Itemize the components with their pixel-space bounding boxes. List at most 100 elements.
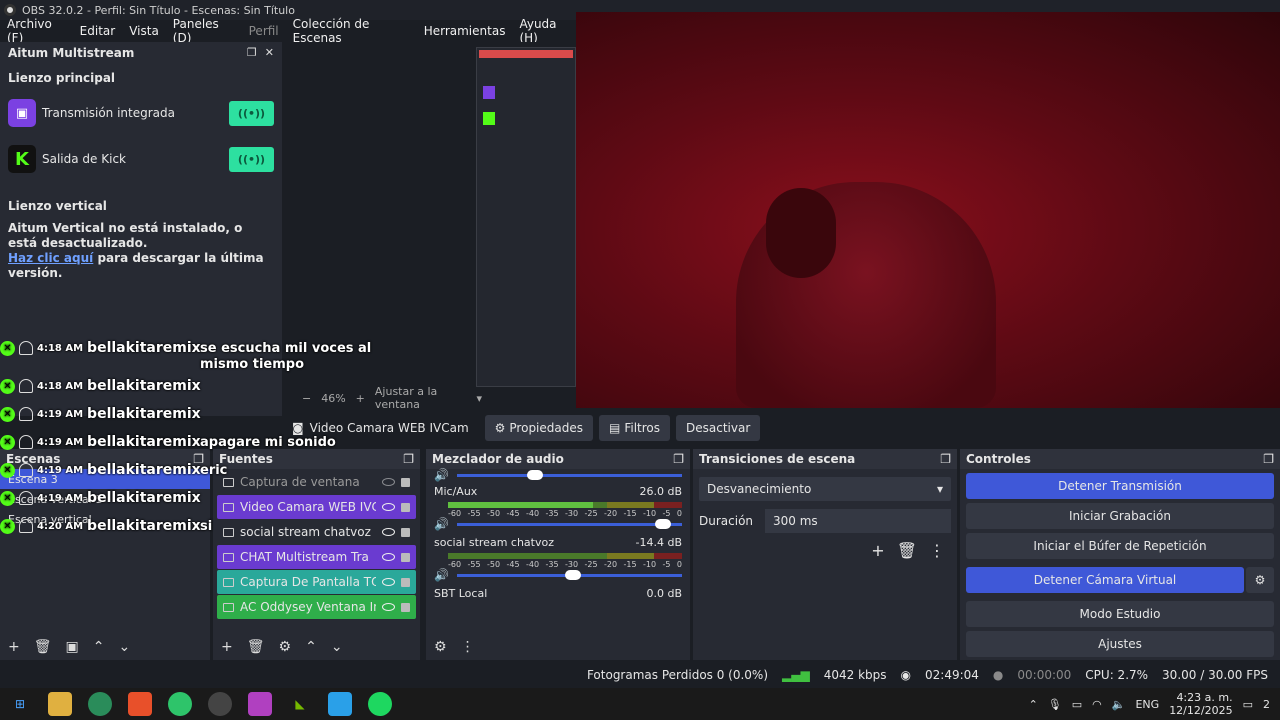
zoom-in-button[interactable]: + [356,392,365,405]
trash-icon[interactable]: 🗑 [897,541,917,560]
app-icon[interactable] [328,692,352,716]
fader-track[interactable] [456,469,682,480]
menu-archivo[interactable]: Archivo (F) [0,17,73,45]
fader-knob[interactable] [526,469,543,480]
undock-icon[interactable]: ❐ [673,452,684,466]
settings-button[interactable]: Ajustes [966,631,1274,657]
spotify-icon[interactable] [368,692,392,716]
gear-icon[interactable]: ⚙ [434,639,447,655]
scene-item[interactable]: Escena vertical 1 [0,489,210,509]
properties-button[interactable]: ⚙ Propiedades [484,415,593,441]
mic-icon[interactable]: 🎙 [1048,698,1062,711]
stop-virtual-camera-button[interactable]: Detener Cámara Virtual [966,567,1244,593]
brave-icon[interactable] [128,692,152,716]
lock-icon[interactable] [401,577,410,587]
source-item[interactable]: AC Oddysey Ventana Ind [217,595,416,619]
close-icon[interactable]: ✕ [265,46,274,59]
fader-knob[interactable] [564,569,581,580]
menu-ayuda[interactable]: Ayuda (H) [512,17,580,45]
menu-paneles[interactable]: Paneles (D) [166,17,242,45]
speaker-icon[interactable]: 🔈 [1112,698,1126,711]
clock[interactable]: 4:23 a. m. 12/12/2025 [1169,691,1232,717]
nvidia-icon[interactable]: ◣ [288,692,312,716]
chevron-up-icon[interactable]: ⌃ [1029,698,1038,711]
lock-icon[interactable] [401,602,410,612]
globe-icon [223,527,234,537]
add-icon[interactable]: + [221,639,233,655]
language-indicator[interactable]: ENG [1135,698,1159,711]
mixer-channel: Mic/Aux 26.0 dB -60 -55 -50 -45 -40 -35 -30 -25-… [426,481,690,532]
stream-toggle-button[interactable]: ((•)) [229,146,274,172]
lock-icon[interactable] [401,477,410,487]
scale-tick: -60 [448,509,462,518]
chevron-up-icon[interactable]: ⌃ [305,639,317,655]
source-item[interactable]: Video Camara WEB IVCa [217,495,416,519]
chevron-down-icon[interactable]: ⌄ [118,639,130,655]
menu-vista[interactable]: Vista [122,24,166,38]
trash-icon[interactable]: 🗑 [247,639,265,655]
eye-off-icon[interactable] [382,478,395,486]
undock-icon[interactable]: ❐ [940,452,951,466]
eye-icon[interactable] [382,503,395,511]
volume-icon[interactable]: 🔊 [434,468,449,482]
file-explorer-icon[interactable] [48,692,72,716]
fit-window-select[interactable]: Ajustar a la ventana [375,385,467,411]
lock-icon[interactable] [401,552,410,562]
volume-icon[interactable]: 🔊 [434,517,449,531]
stream-toggle-button[interactable]: ((•)) [229,100,274,126]
more-icon[interactable]: ⋮ [929,541,945,560]
eye-icon[interactable] [382,603,395,611]
stop-stream-button[interactable]: Detener Transmisión [966,473,1274,499]
duration-input[interactable]: 300 ms [765,509,951,533]
add-icon[interactable]: + [8,639,20,655]
chevron-up-icon[interactable]: ⌃ [93,639,105,655]
filter-icon[interactable]: ▣ [66,639,79,655]
more-icon[interactable]: ⋮ [461,639,475,655]
eye-icon[interactable] [382,578,395,586]
undock-icon[interactable]: ❐ [193,452,204,466]
scene-item[interactable]: Escena 3 [0,469,210,489]
add-icon[interactable]: + [871,541,884,560]
filters-button[interactable]: ▤ Filtros [599,415,671,441]
zoom-out-button[interactable]: − [302,392,311,405]
app-icon[interactable] [248,692,272,716]
sync-app-icon[interactable] [168,692,192,716]
wifi-icon[interactable]: ◠ [1092,698,1102,711]
volume-icon[interactable]: 🔊 [434,568,449,582]
edge-icon[interactable] [88,692,112,716]
source-item[interactable]: Captura de ventana [217,470,416,494]
windows-start-icon[interactable]: ⊞ [8,692,32,716]
menu-perfil[interactable]: Perfil [242,24,286,38]
studio-mode-button[interactable]: Modo Estudio [966,601,1274,627]
start-recording-button[interactable]: Iniciar Grabación [966,503,1274,529]
notification-icon[interactable]: ▭ [1243,698,1253,711]
deactivate-button[interactable]: Desactivar [676,415,761,441]
menu-coleccion[interactable]: Colección de Escenas [286,17,417,45]
lock-icon[interactable] [401,502,410,512]
undock-icon[interactable]: ❐ [403,452,414,466]
chevron-down-icon[interactable]: ▾ [476,392,482,405]
transition-select[interactable]: Desvanecimiento ▾ [699,477,951,501]
trash-icon[interactable]: 🗑 [34,639,52,655]
gear-icon[interactable]: ⚙ [279,639,292,655]
obs-icon[interactable] [208,692,232,716]
eye-icon[interactable] [382,528,395,536]
undock-icon[interactable]: ❐ [247,46,257,59]
source-item[interactable]: Captura De Pantalla TOD [217,570,416,594]
eye-icon[interactable] [382,553,395,561]
scene-item[interactable]: Escena vertical [0,509,210,529]
replay-buffer-button[interactable]: Iniciar el Búfer de Repetición [966,533,1274,559]
menu-herramientas[interactable]: Herramientas [417,24,513,38]
menu-editar[interactable]: Editar [73,24,123,38]
source-item[interactable]: social stream chatvoz [217,520,416,544]
fader-knob[interactable] [654,518,671,529]
source-item[interactable]: CHAT Multistream Tra [217,545,416,569]
lock-icon[interactable] [401,527,410,537]
undock-icon[interactable]: ❐ [1263,452,1274,466]
fader-track[interactable] [456,518,682,529]
battery-icon[interactable]: ▭ [1072,698,1082,711]
fader-track[interactable] [456,569,682,580]
download-link[interactable]: Haz clic aquí [8,251,93,265]
gear-icon[interactable]: ⚙ [1246,567,1274,593]
chevron-down-icon[interactable]: ⌄ [331,639,343,655]
